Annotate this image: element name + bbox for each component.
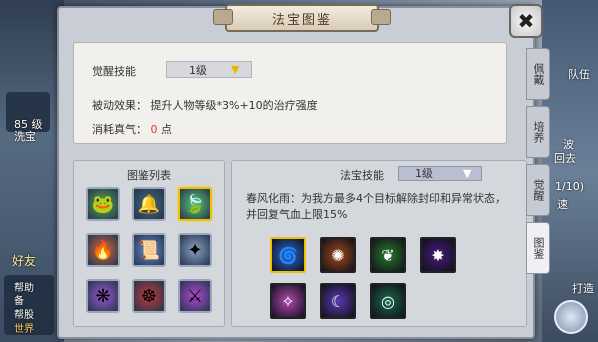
passive-effect-text: 提升人物等级*3%+10的治疗强度 — [150, 99, 318, 112]
bg-progress-text: 1/10) — [555, 180, 584, 193]
close-button[interactable]: ✖ — [509, 4, 543, 38]
chat-line-prepare: 备 — [14, 296, 24, 307]
treasure-skill-level-select[interactable]: 1级 ▼ — [398, 166, 482, 181]
window-title: 法宝图鉴 — [213, 4, 391, 32]
bg-team-button[interactable]: 队伍 — [568, 66, 590, 82]
skill-slot[interactable]: ☾ — [320, 283, 356, 319]
codex-item[interactable]: ✦ — [178, 233, 212, 267]
chat-line-guild: 帮股 — [14, 310, 34, 321]
green-spirit-skill-icon: ❦ — [381, 245, 395, 265]
chevron-down-icon: ▼ — [463, 167, 472, 180]
codex-list-title: 图鉴列表 — [127, 169, 171, 182]
bg-return-text: 回去 — [554, 152, 576, 165]
passive-effect-label: 被动效果： — [92, 99, 147, 112]
codex-list-panel: 图鉴列表 🐸 🔔 🍃 🔥 📜 ✦ ❋ ☸ ⚔ — [73, 160, 225, 327]
jade-leaf-treasure-icon: 🍃 — [183, 193, 207, 215]
bg-wash-text: 洗宝 — [14, 130, 36, 143]
bg-speed-text: 速 — [557, 198, 568, 211]
codex-grid: 🐸 🔔 🍃 🔥 📜 ✦ ❋ ☸ ⚔ — [86, 187, 212, 313]
cost-value: 0 — [150, 123, 158, 136]
codex-item[interactable]: 🍃 — [178, 187, 212, 221]
violet-wave-skill-icon: ☾ — [330, 291, 346, 311]
codex-item[interactable]: 🔔 — [132, 187, 166, 221]
skill-slot[interactable]: 🌀 — [270, 237, 306, 273]
skill-slot[interactable]: ✺ — [320, 237, 356, 273]
cost-label: 消耗真气： — [92, 123, 147, 136]
passive-effect-row: 被动效果： 提升人物等级*3%+10的治疗强度 — [92, 97, 318, 113]
skill-description: 春风化雨：为我方最多4个目标解除封印和异常状态，并回复气血上限15% — [246, 192, 506, 221]
skill-grid: 🌀 ✺ ❦ ✸ ✧ ☾ ◎ — [270, 237, 456, 319]
side-tab[interactable]: 培养 — [526, 106, 550, 158]
close-icon: ✖ — [517, 9, 535, 33]
pink-slash-skill-icon: ✧ — [281, 291, 295, 311]
side-tab[interactable]: 图鉴 — [526, 222, 550, 274]
awaken-info-panel: 觉醒技能 1级 ▼ 被动效果： 提升人物等级*3%+10的治疗强度 消耗真气： … — [73, 42, 507, 144]
codex-item[interactable]: 🔥 — [86, 233, 120, 267]
codex-item[interactable]: ❋ — [86, 279, 120, 313]
treasure-codex-window: 法宝图鉴 ✖ 觉醒技能 1级 ▼ 被动效果： 提升人物等级*3%+10的治疗强度… — [57, 4, 550, 339]
green-vortex-skill-icon: ◎ — [381, 291, 395, 311]
sun-burst-skill-icon: ✺ — [331, 245, 345, 265]
awaken-skill-label: 觉醒技能 — [92, 65, 136, 78]
codex-item[interactable]: 🐸 — [86, 187, 120, 221]
codex-item[interactable]: 📜 — [132, 233, 166, 267]
skill-slot[interactable]: ✧ — [270, 283, 306, 319]
skill-slot[interactable]: ◎ — [370, 283, 406, 319]
purple-fan-treasure-icon: ❋ — [95, 285, 111, 307]
codex-item[interactable]: ⚔ — [178, 279, 212, 313]
bg-friends-button[interactable]: 好友 — [12, 252, 36, 269]
red-wheel-treasure-icon: ☸ — [140, 285, 158, 307]
green-frog-treasure-icon: 🐸 — [91, 193, 115, 215]
side-tab[interactable]: 觉醒 — [526, 164, 550, 216]
side-tabs: 佩戴 培养 觉醒 图鉴 — [526, 48, 550, 280]
violet-blade-treasure-icon: ⚔ — [186, 285, 204, 307]
water-swirl-skill-icon: 🌀 — [278, 245, 298, 265]
treasure-skill-level-value: 1级 — [415, 167, 433, 180]
awaken-level-select[interactable]: 1级 ▼ — [166, 61, 252, 78]
awaken-level-value: 1级 — [189, 63, 207, 77]
scroll-treasure-icon: 📜 — [137, 239, 161, 261]
side-tab[interactable]: 佩戴 — [526, 48, 550, 100]
joystick-icon[interactable] — [554, 300, 588, 334]
codex-item[interactable]: ☸ — [132, 279, 166, 313]
treasure-skill-label: 法宝技能 — [340, 169, 384, 182]
chat-line-world: 世界 — [14, 324, 34, 335]
chevron-down-icon: ▼ — [231, 63, 240, 76]
treasure-skill-panel: 法宝技能 1级 ▼ 春风化雨：为我方最多4个目标解除封印和异常状态，并回复气血上… — [231, 160, 527, 327]
skill-slot[interactable]: ❦ — [370, 237, 406, 273]
bronze-bell-treasure-icon: 🔔 — [137, 193, 161, 215]
cost-row: 消耗真气： 0 点 — [92, 121, 172, 137]
fire-gourd-treasure-icon: 🔥 — [91, 239, 115, 261]
cost-unit: 点 — [161, 123, 172, 136]
bg-forge-button[interactable]: 打造 — [572, 280, 594, 296]
skill-slot[interactable]: ✸ — [420, 237, 456, 273]
dark-orb-skill-icon: ✸ — [431, 245, 445, 265]
spear-treasure-icon: ✦ — [187, 239, 203, 261]
